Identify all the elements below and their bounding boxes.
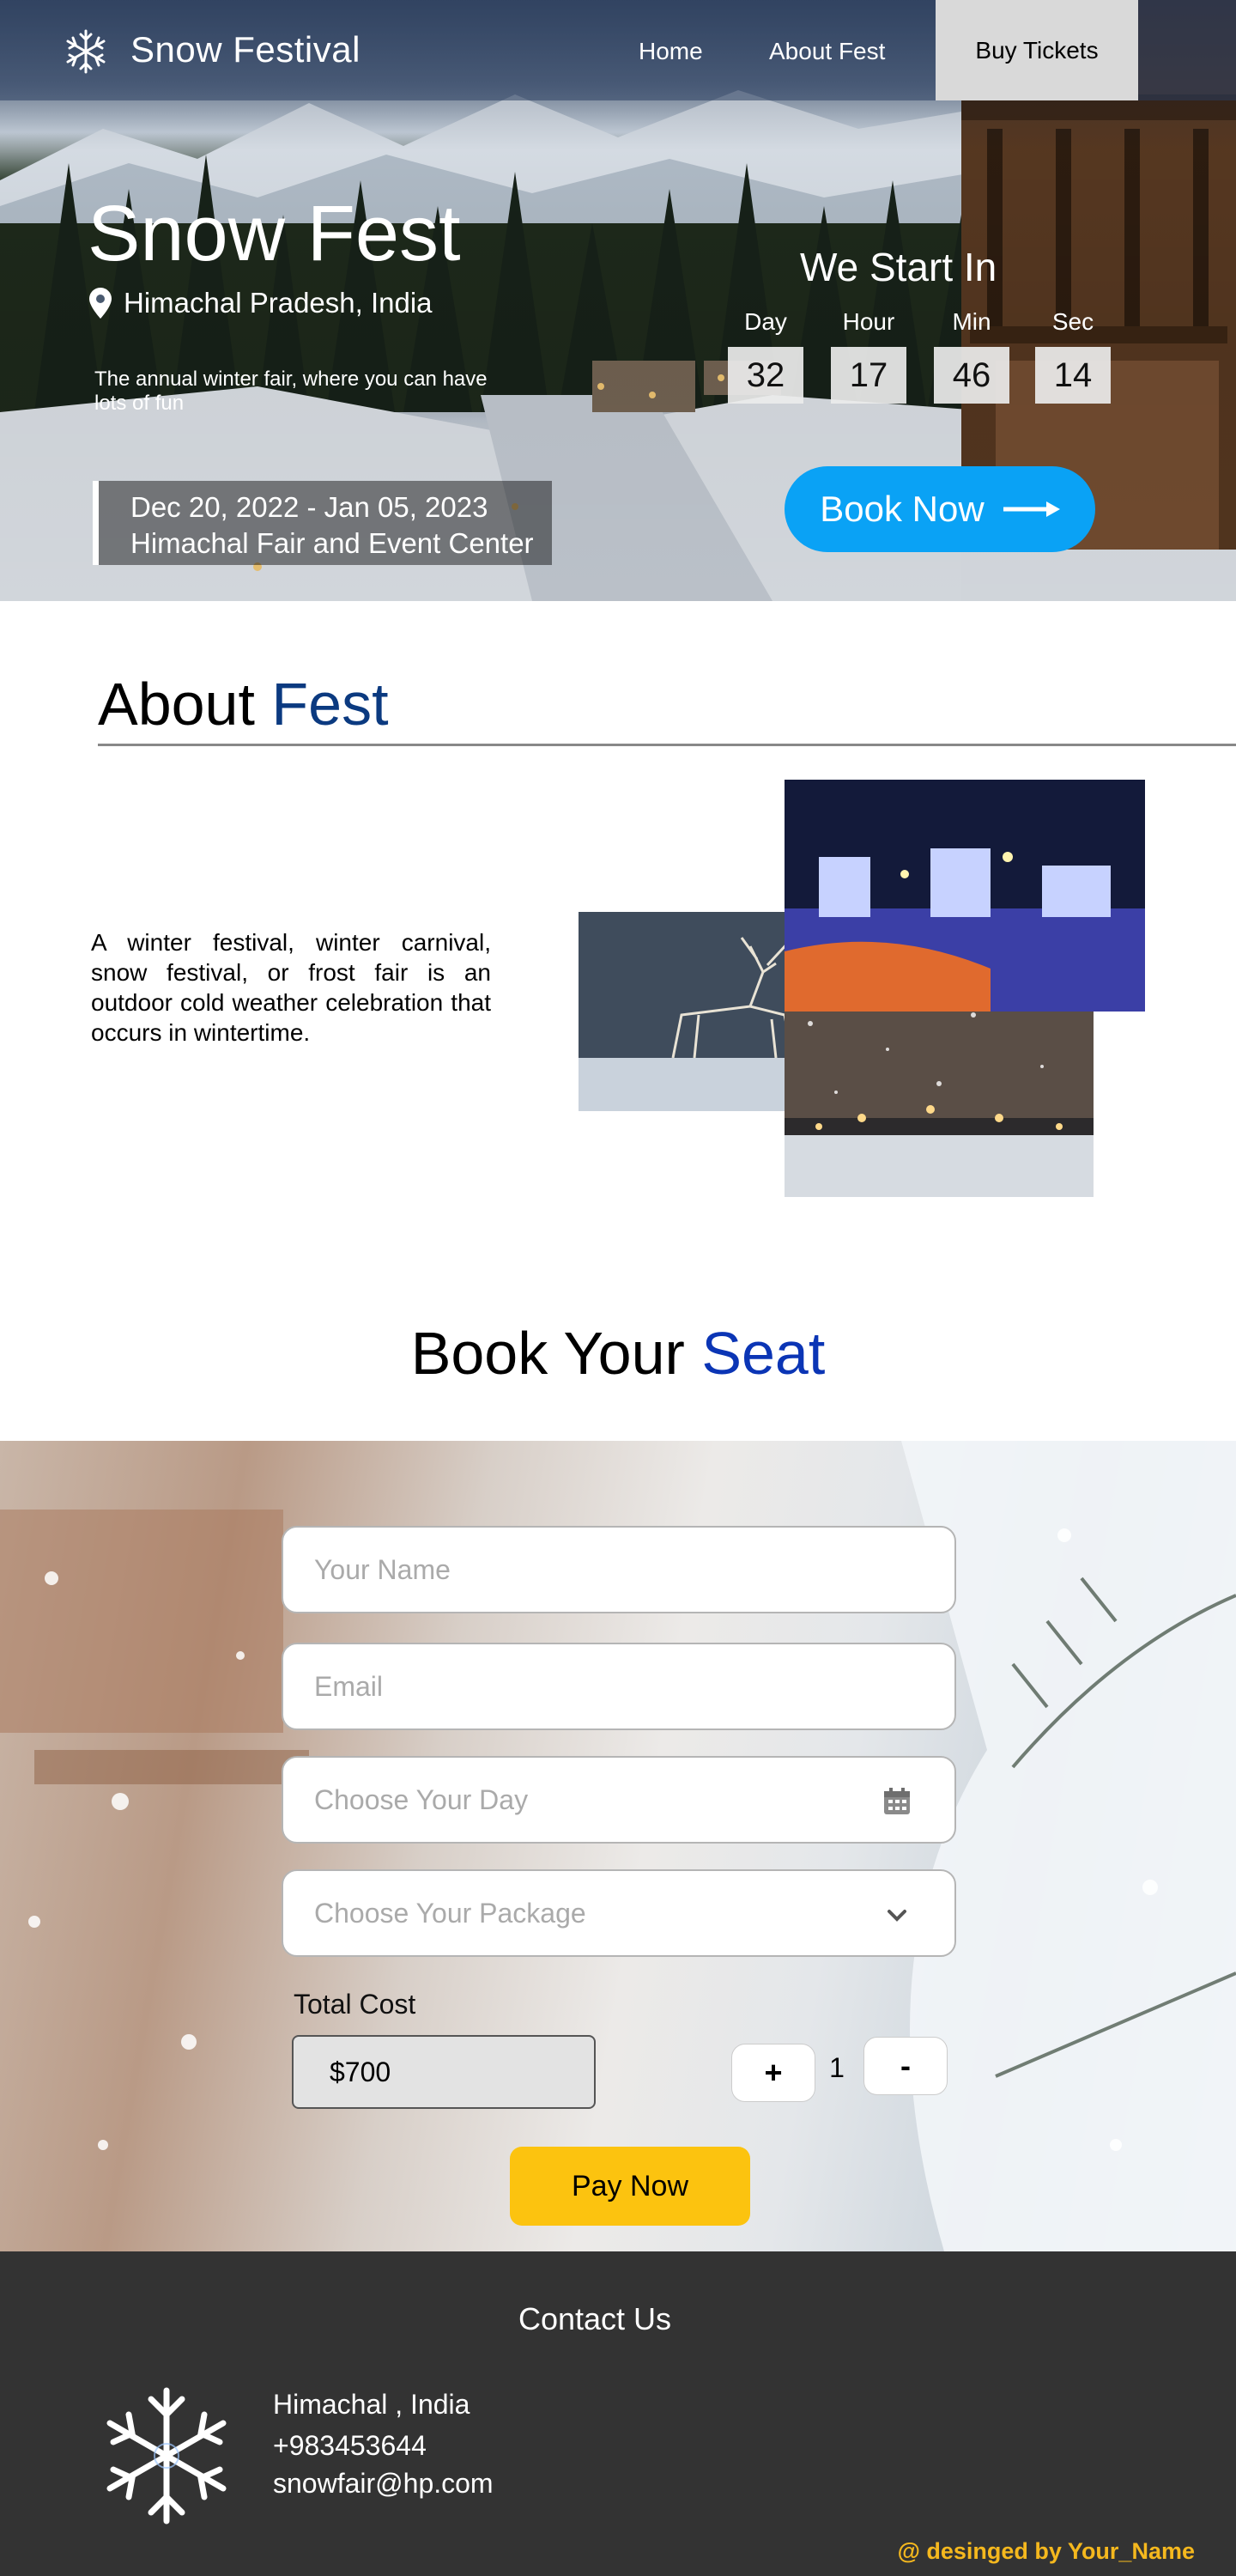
countdown-value: 14 [1035, 347, 1111, 404]
about-divider [98, 744, 1236, 746]
contact-address: Himachal , India [273, 2389, 470, 2420]
package-placeholder: Choose Your Package [314, 1897, 586, 1929]
countdown-value: 17 [831, 347, 906, 404]
location-text: Himachal Pradesh, India [124, 287, 433, 319]
event-date-box: Dec 20, 2022 - Jan 05, 2023 Himachal Fai… [93, 481, 552, 565]
countdown-label: Hour [842, 308, 895, 335]
email-input[interactable]: Email [282, 1643, 956, 1730]
hero-section: Snow Festival Home About Fest Buy Ticket… [0, 0, 1236, 601]
about-heading-main: About [98, 671, 272, 738]
countdown-min: Min 46 [934, 307, 1009, 404]
countdown-hour: Hour 17 [831, 307, 906, 404]
about-heading: About Fest [98, 670, 389, 738]
booking-heading-accent: Seat [701, 1320, 826, 1387]
arrow-right-icon [1003, 501, 1060, 517]
countdown-day: Day 32 [728, 307, 803, 404]
booking-heading-main: Book Your [410, 1320, 702, 1387]
countdown-label: Min [952, 308, 991, 335]
calendar-icon[interactable] [882, 1787, 912, 1816]
name-input[interactable]: Your Name [282, 1526, 956, 1613]
contact-email[interactable]: snowfair@hp.com [273, 2468, 494, 2500]
about-description: A winter festival, winter carnival, snow… [91, 929, 491, 1046]
countdown-label: Sec [1051, 308, 1094, 335]
designer-credit: @ desinged by Your_Name [897, 2538, 1195, 2564]
buy-tickets-button[interactable]: Buy Tickets [936, 0, 1138, 100]
book-now-label: Book Now [820, 489, 985, 529]
day-placeholder: Choose Your Day [314, 1783, 529, 1815]
contact-heading: Contact Us [518, 2301, 672, 2336]
countdown-label: Day [744, 308, 787, 335]
top-navbar: Snow Festival Home About Fest Buy Ticket… [0, 0, 1236, 100]
quantity-increase-button[interactable]: + [731, 2044, 815, 2102]
day-picker[interactable]: Choose Your Day [282, 1756, 956, 1844]
snowflake-icon [66, 29, 106, 74]
quantity-decrease-button[interactable]: - [863, 2037, 948, 2095]
event-dates: Dec 20, 2022 - Jan 05, 2023 [130, 491, 488, 523]
countdown-value: 46 [934, 347, 1009, 404]
contact-phone[interactable]: +983453644 [273, 2430, 427, 2462]
package-select[interactable]: Choose Your Package [282, 1869, 956, 1957]
hero-location: Himachal Pradesh, India [89, 287, 433, 319]
countdown-value: 32 [728, 347, 803, 404]
about-heading-accent: Fest [271, 671, 389, 738]
nav-about-link[interactable]: About Fest [769, 38, 885, 65]
hero-title: Snow Fest [88, 190, 461, 277]
nav-home-link[interactable]: Home [639, 38, 703, 65]
location-pin-icon [89, 288, 112, 319]
pay-now-button[interactable]: Pay Now [510, 2147, 750, 2226]
countdown-title: We Start In [800, 245, 997, 289]
hero-tagline: The annual winter fair, where you can ha… [94, 368, 488, 415]
book-now-button[interactable]: Book Now [785, 466, 1095, 552]
total-cost-label: Total Cost [294, 1989, 416, 2020]
ice-sculpture-photo [785, 780, 1145, 1012]
countdown-sec: Sec 14 [1035, 307, 1111, 404]
brand-name[interactable]: Snow Festival [130, 29, 360, 70]
chevron-down-icon [888, 1910, 906, 1922]
snowflake-icon [106, 2387, 227, 2524]
total-cost-value: $700 [292, 2035, 596, 2109]
event-venue: Himachal Fair and Event Center [130, 527, 534, 559]
quantity-value: 1 [829, 2052, 845, 2083]
booking-heading: Book Your Seat [0, 1319, 1236, 1388]
snowy-street-photo [785, 998, 1094, 1197]
